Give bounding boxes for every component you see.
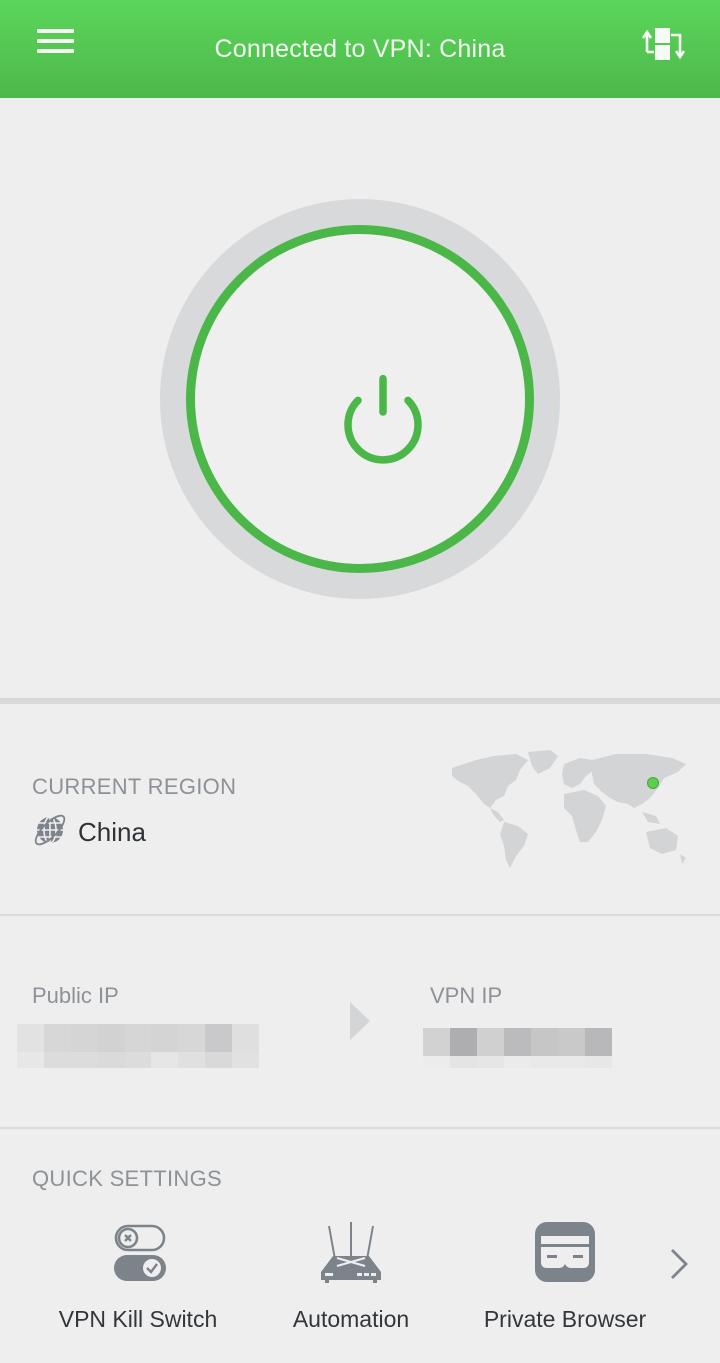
power-icon xyxy=(344,374,422,464)
current-region-name: China xyxy=(78,817,146,847)
public-ip-value-redacted xyxy=(17,1024,259,1068)
section-divider xyxy=(0,914,720,916)
private-browser-label: Private Browser xyxy=(483,1306,647,1332)
current-region-label: CURRENT REGION xyxy=(32,774,237,799)
world-map-icon xyxy=(452,750,686,868)
page-title: Connected to VPN: China xyxy=(214,34,506,63)
kill-switch-toggle-icon xyxy=(114,1224,166,1281)
kill-switch-label: VPN Kill Switch xyxy=(58,1306,218,1332)
power-button-halo xyxy=(160,199,560,599)
incognito-mask-icon xyxy=(535,1222,595,1282)
quick-setting-kill-switch[interactable]: VPN Kill Switch xyxy=(38,1220,238,1333)
hamburger-menu-icon xyxy=(37,29,74,33)
quick-setting-private-browser[interactable]: Private Browser xyxy=(465,1220,665,1333)
section-divider xyxy=(0,698,720,704)
switch-layout-button[interactable] xyxy=(638,22,688,66)
vpn-ip-label: VPN IP xyxy=(430,983,503,1008)
globe-icon xyxy=(34,814,66,846)
connection-panel xyxy=(0,98,720,698)
hamburger-line xyxy=(37,49,74,53)
power-button[interactable] xyxy=(186,225,534,573)
chevron-right-icon[interactable] xyxy=(666,1244,692,1284)
switch-layout-icon xyxy=(641,28,686,60)
top-app-bar: Connected to VPN: China xyxy=(0,0,720,98)
section-divider xyxy=(0,1127,720,1129)
arrow-right-icon xyxy=(350,1002,370,1040)
automation-label: Automation xyxy=(292,1306,410,1332)
quick-setting-automation[interactable]: Automation xyxy=(251,1220,451,1333)
public-ip-label: Public IP xyxy=(32,983,119,1008)
router-icon xyxy=(321,1222,381,1283)
vpn-ip-value-redacted xyxy=(423,1028,612,1068)
quick-settings-label: QUICK SETTINGS xyxy=(32,1166,222,1191)
hamburger-line xyxy=(37,39,74,43)
menu-button[interactable] xyxy=(34,26,78,60)
